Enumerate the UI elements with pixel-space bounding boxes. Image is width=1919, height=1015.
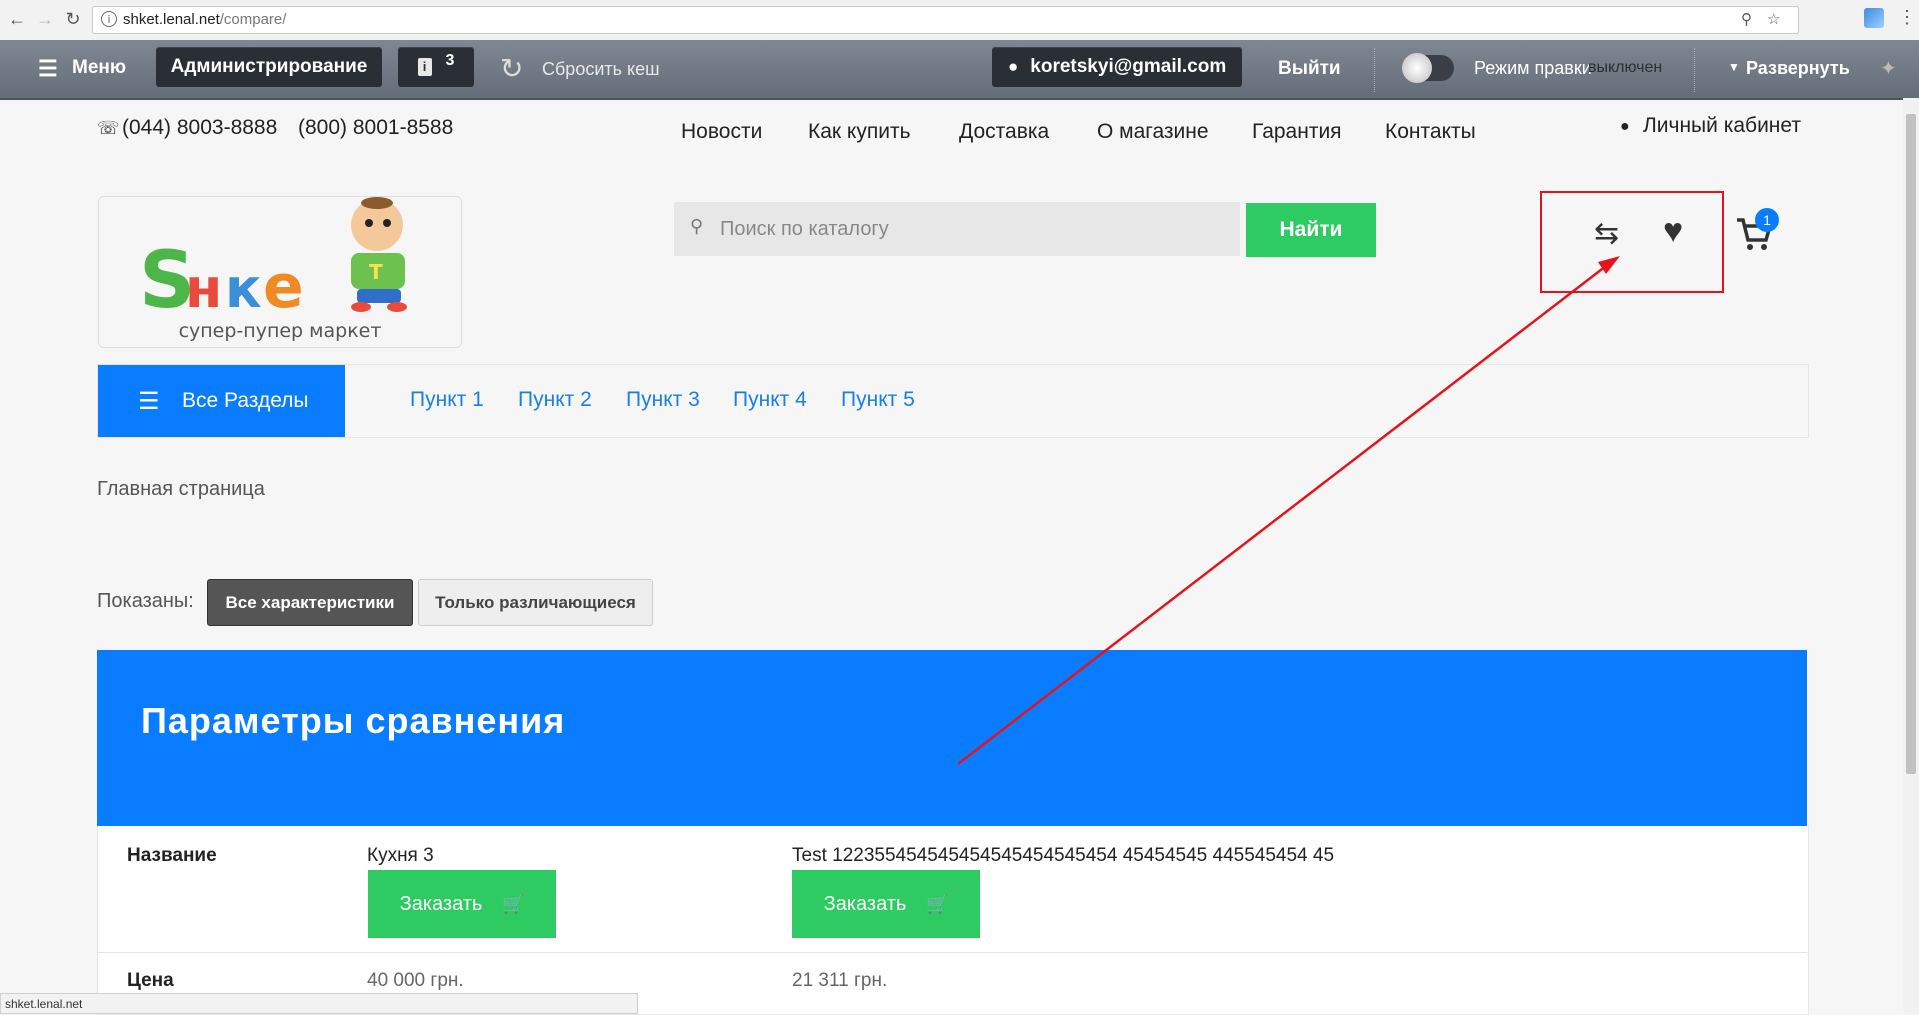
status-bar: shket.lenal.net [0, 993, 638, 1014]
scrollbar-thumb[interactable] [1906, 114, 1916, 774]
annotation-arrow [957, 256, 1620, 765]
scrollbar[interactable] [1903, 98, 1919, 1014]
